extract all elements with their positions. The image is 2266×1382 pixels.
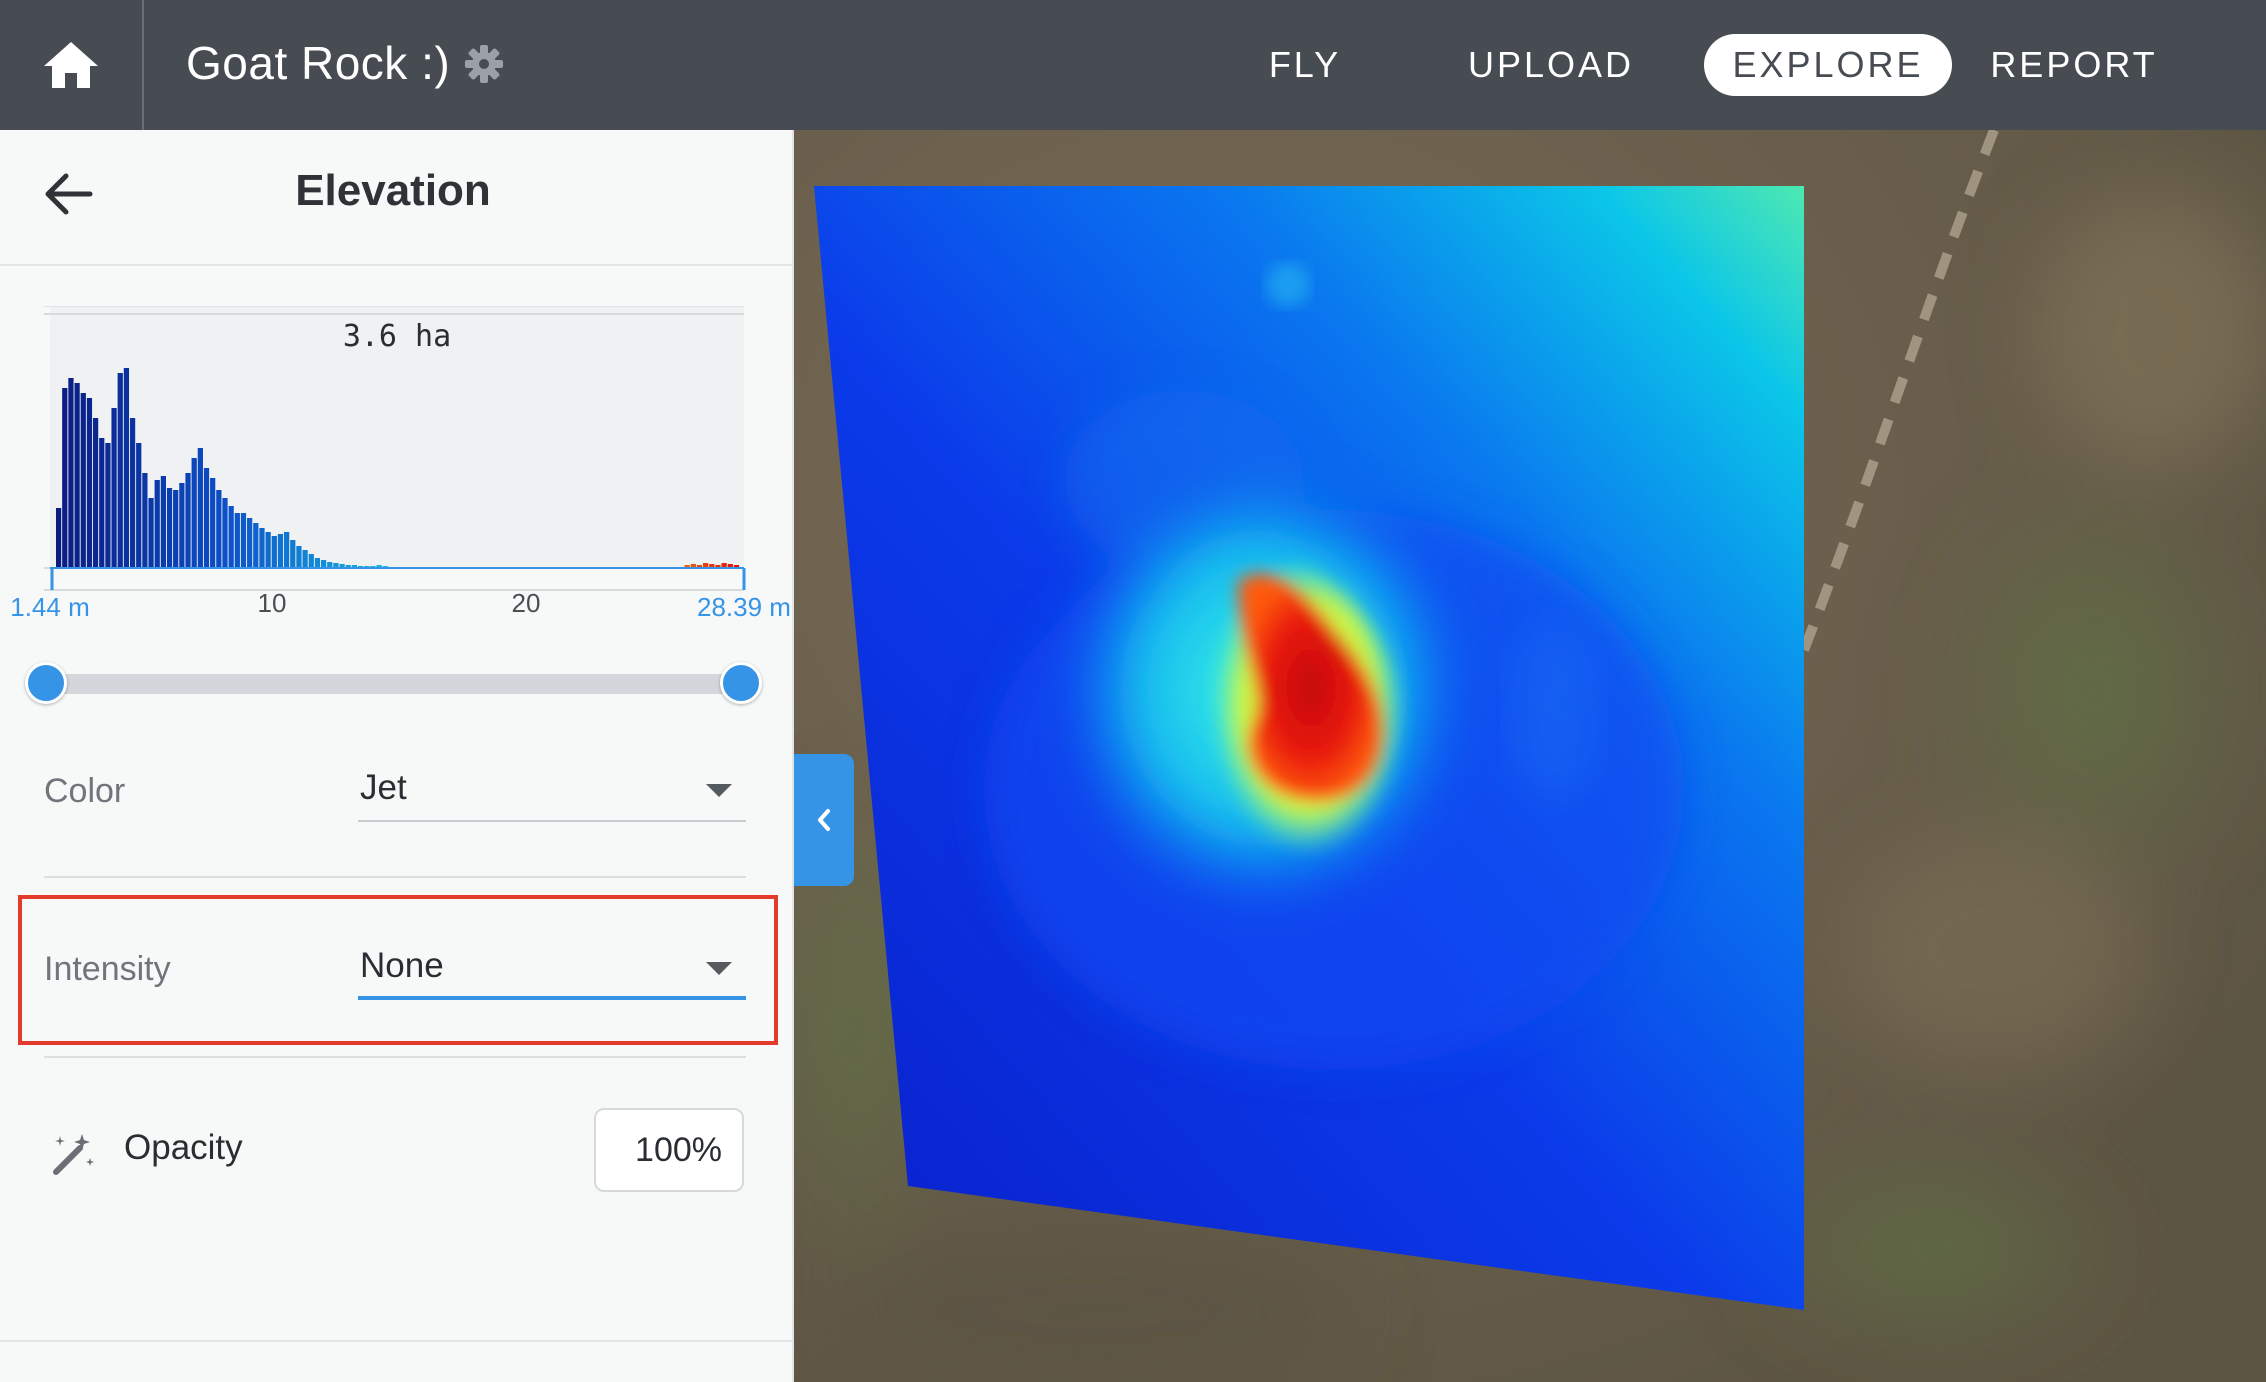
map-canvas[interactable] [794, 130, 2266, 1382]
nav-report[interactable]: REPORT [1982, 34, 2166, 96]
histogram-bar [129, 418, 136, 568]
histogram-bar [284, 532, 290, 568]
elevation-histogram: 3.6 ha 1.44 m 10 20 28.39 m [10, 306, 791, 622]
histogram-bar [277, 534, 284, 568]
histogram-min-label: 1.44 m [10, 592, 90, 622]
histogram-bar [290, 540, 296, 568]
histogram-tick-10: 10 [258, 588, 287, 618]
chevron-down-icon [706, 962, 732, 975]
histogram-bar [105, 443, 111, 568]
histogram-bar [80, 393, 86, 568]
histogram-bar [160, 476, 166, 568]
histogram-bar [240, 513, 247, 568]
divider [0, 1340, 792, 1342]
opacity-input[interactable]: 100% [594, 1108, 744, 1192]
range-min-handle[interactable] [25, 662, 67, 704]
histogram-bar [259, 528, 265, 568]
opacity-label: Opacity [124, 1128, 243, 1167]
elevation-overlay [814, 186, 1804, 1310]
histogram-bar [234, 513, 240, 568]
divider [44, 876, 746, 878]
magic-wand-icon [53, 1134, 94, 1175]
histogram-bar [296, 546, 302, 568]
histogram-bar [191, 458, 197, 568]
histogram-max-label: 28.39 m [697, 592, 791, 622]
histogram-tick-20: 20 [512, 588, 541, 618]
histogram-bar [117, 373, 123, 568]
nav-fly[interactable]: FLY [1250, 34, 1360, 96]
chevron-down-icon [706, 784, 732, 797]
elevation-range-track[interactable] [46, 674, 742, 694]
panel-title: Elevation [295, 166, 491, 215]
histogram-bar [302, 550, 308, 568]
histogram-bar [154, 480, 160, 568]
nav-upload[interactable]: UPLOAD [1456, 34, 1646, 96]
histogram-bar [166, 488, 173, 568]
histogram-bar [265, 532, 271, 568]
histogram-bar [86, 398, 93, 568]
histogram-bar [185, 473, 191, 568]
map-view[interactable] [794, 130, 2266, 1382]
nav-explore[interactable]: EXPLORE [1704, 34, 1952, 96]
histogram-bar [99, 438, 105, 568]
histogram-bar [210, 478, 216, 568]
histogram-bar [136, 443, 142, 568]
histogram-bar [314, 558, 321, 568]
histogram-bar [179, 483, 185, 568]
histogram-bar [197, 448, 203, 568]
histogram-bar [56, 508, 62, 568]
intensity-label: Intensity [44, 950, 171, 988]
project-title: Goat Rock :) [186, 37, 451, 89]
layer-panel: Elevation 3.6 ha 1.44 m 10 20 28.39 m Co… [0, 130, 794, 1382]
histogram-bar [173, 490, 179, 568]
histogram-bar [253, 523, 259, 568]
panel-header: Elevation [0, 130, 792, 266]
histogram-bar [247, 518, 253, 568]
histogram-bar [148, 498, 154, 568]
home-icon [44, 42, 98, 88]
collapse-panel-button[interactable] [794, 754, 854, 886]
histogram-bar [271, 536, 277, 568]
histogram-bar [228, 506, 234, 568]
color-label: Color [44, 772, 126, 810]
histogram-bar [74, 383, 80, 568]
histogram-bar [308, 554, 314, 568]
histogram-bar [62, 388, 68, 568]
top-bar: Goat Rock :) FLY UPLOAD EXPLORE REPORT [0, 0, 2266, 130]
home-button[interactable] [0, 0, 144, 130]
color-select[interactable]: Jet [358, 762, 746, 822]
histogram-bar [222, 498, 228, 568]
gear-icon[interactable] [462, 42, 506, 86]
divider [44, 1056, 746, 1058]
histogram-bar [92, 418, 99, 568]
chevron-left-icon [818, 809, 830, 831]
intensity-select[interactable]: None [358, 940, 746, 1000]
histogram-bar [142, 473, 148, 568]
histogram-bar [68, 378, 74, 568]
color-select-value: Jet [360, 768, 407, 807]
histogram-bar [216, 490, 222, 568]
histogram-bar [123, 368, 130, 568]
histogram-bar [320, 560, 327, 568]
intensity-select-value: None [360, 946, 444, 985]
histogram-area-label: 3.6 ha [343, 319, 451, 354]
histogram-bar [203, 468, 210, 568]
histogram-bar [111, 408, 117, 568]
range-max-handle[interactable] [720, 662, 762, 704]
